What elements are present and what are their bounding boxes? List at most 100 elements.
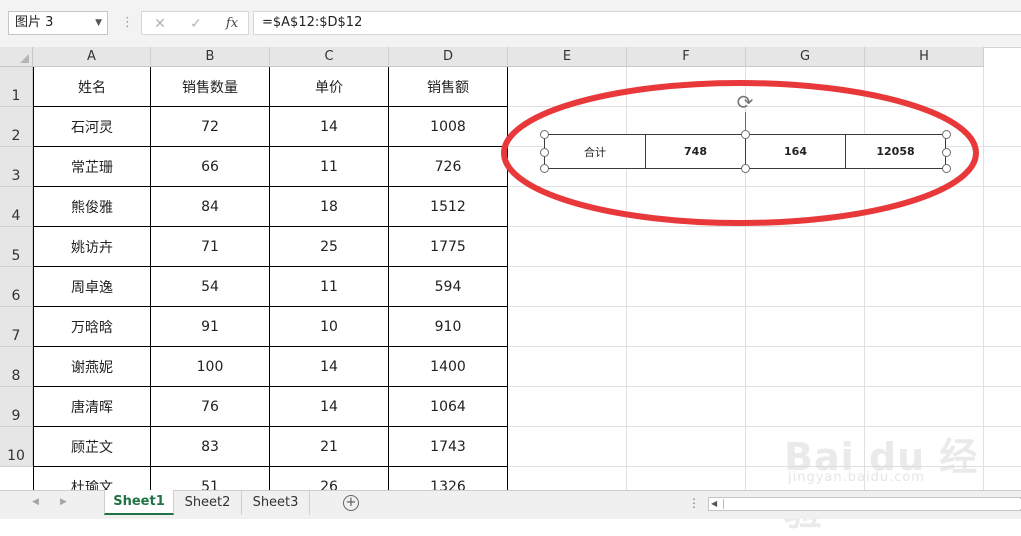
watermark-url: jingyan.baidu.com: [788, 470, 925, 485]
scroll-left-icon[interactable]: ◀: [711, 498, 717, 510]
table-cell[interactable]: 66: [151, 147, 270, 187]
row-number: 8: [11, 368, 21, 384]
table-cell[interactable]: 熊俊雅: [33, 187, 151, 227]
tab-sheet1[interactable]: Sheet1: [104, 490, 174, 515]
picture-cell-price: 164: [746, 135, 846, 168]
table-cell[interactable]: 常芷珊: [33, 147, 151, 187]
cancel-icon[interactable]: ✕: [150, 14, 170, 34]
row-header-6[interactable]: 6: [0, 267, 33, 307]
table-cell[interactable]: 1326: [389, 467, 508, 490]
resize-handle-left[interactable]: [540, 148, 549, 157]
name-box[interactable]: 图片 3 ▼: [8, 11, 108, 35]
formula-bar: 图片 3 ▼ ⋮ ✕ ✓ fx =$A$12:$D$12: [0, 0, 1021, 48]
chevron-down-icon[interactable]: ▼: [95, 12, 102, 34]
table-cell[interactable]: 谢燕妮: [33, 347, 151, 387]
table-cell[interactable]: 54: [151, 267, 270, 307]
table-cell[interactable]: 76: [151, 387, 270, 427]
table-cell[interactable]: 910: [389, 307, 508, 347]
tab-sheet3[interactable]: Sheet3: [242, 491, 310, 515]
formula-bar-grip-icon: ⋮: [121, 15, 134, 30]
table-cell[interactable]: 1743: [389, 427, 508, 467]
table-cell[interactable]: 83: [151, 427, 270, 467]
rotate-handle-icon[interactable]: ⟳: [734, 91, 756, 113]
resize-handle-right[interactable]: [942, 148, 951, 157]
table-cell[interactable]: 14: [270, 387, 389, 427]
table-cell[interactable]: 周卓逸: [33, 267, 151, 307]
table-cell[interactable]: 11: [270, 267, 389, 307]
table-cell[interactable]: 万晗晗: [33, 307, 151, 347]
table-cell[interactable]: 姚访卉: [33, 227, 151, 267]
table-header-cell[interactable]: 单价: [270, 67, 389, 107]
table-header-cell[interactable]: 销售数量: [151, 67, 270, 107]
table-cell[interactable]: 1512: [389, 187, 508, 227]
row-number: 7: [11, 328, 21, 344]
row-header-4[interactable]: 4: [0, 187, 33, 227]
resize-handle-bottom-right[interactable]: [942, 164, 951, 173]
tab-sheet2[interactable]: Sheet2: [174, 491, 242, 515]
row-header-8[interactable]: 8: [0, 347, 33, 387]
row-header-5[interactable]: 5: [0, 227, 33, 267]
table-cell[interactable]: 51: [151, 467, 270, 490]
table-cell[interactable]: 100: [151, 347, 270, 387]
column-header-d[interactable]: D: [389, 47, 508, 67]
next-sheet-icon[interactable]: ▶: [60, 497, 67, 507]
row-header-9[interactable]: 9: [0, 387, 33, 427]
table-header-cell[interactable]: 销售额: [389, 67, 508, 107]
insert-function-icon[interactable]: fx: [222, 14, 242, 34]
table-cell[interactable]: 顾芷文: [33, 427, 151, 467]
table-cell[interactable]: 726: [389, 147, 508, 187]
column-header-f[interactable]: F: [627, 47, 746, 67]
table-cell[interactable]: 72: [151, 107, 270, 147]
table-cell[interactable]: 594: [389, 267, 508, 307]
resize-handle-top-right[interactable]: [942, 130, 951, 139]
resize-handle-bottom[interactable]: [741, 164, 750, 173]
column-header-a[interactable]: A: [33, 47, 151, 67]
row-header-7[interactable]: 7: [0, 307, 33, 347]
table-cell[interactable]: 11: [270, 147, 389, 187]
table-cell[interactable]: 71: [151, 227, 270, 267]
tab-splitter-icon[interactable]: ⋮: [688, 496, 700, 510]
row-header-2[interactable]: 2: [0, 107, 33, 147]
row-header-3[interactable]: 3: [0, 147, 33, 187]
horizontal-scrollbar[interactable]: ◀: [708, 497, 1021, 511]
row-header-1[interactable]: 1: [0, 67, 33, 107]
table-cell[interactable]: 1400: [389, 347, 508, 387]
table-cell[interactable]: 26: [270, 467, 389, 490]
select-all-corner[interactable]: [0, 47, 33, 67]
prev-sheet-icon[interactable]: ◀: [32, 497, 39, 507]
table-cell[interactable]: 1775: [389, 227, 508, 267]
sheet-tab-bar: ◀ ▶ Sheet1 Sheet2 Sheet3 + ⋮ ◀: [0, 490, 1021, 519]
table-cell[interactable]: 21: [270, 427, 389, 467]
column-header-c[interactable]: C: [270, 47, 389, 67]
row-number: 5: [11, 248, 21, 264]
table-cell[interactable]: 14: [270, 107, 389, 147]
table-cell[interactable]: 25: [270, 227, 389, 267]
row-header-10[interactable]: 10: [0, 427, 33, 467]
column-header-e[interactable]: E: [508, 47, 627, 67]
table-cell[interactable]: 石河灵: [33, 107, 151, 147]
picture-cell-quantity: 748: [646, 135, 746, 168]
column-header-h[interactable]: H: [865, 47, 984, 67]
resize-handle-top-left[interactable]: [540, 130, 549, 139]
table-cell[interactable]: 1064: [389, 387, 508, 427]
scroll-thumb[interactable]: [723, 499, 1021, 509]
table-cell[interactable]: 84: [151, 187, 270, 227]
table-cell[interactable]: 10: [270, 307, 389, 347]
table-cell[interactable]: 14: [270, 347, 389, 387]
column-header-g[interactable]: G: [746, 47, 865, 67]
resize-handle-bottom-left[interactable]: [540, 164, 549, 173]
table-cell[interactable]: 18: [270, 187, 389, 227]
resize-handle-top[interactable]: [741, 130, 750, 139]
table-header-cell[interactable]: 姓名: [33, 67, 151, 107]
row-number: 4: [11, 208, 21, 224]
add-sheet-icon[interactable]: +: [343, 495, 359, 511]
table-cell[interactable]: 91: [151, 307, 270, 347]
table-cell[interactable]: 唐清晖: [33, 387, 151, 427]
formula-input[interactable]: =$A$12:$D$12: [253, 11, 1021, 35]
table-cell[interactable]: 杜瑜文: [33, 467, 151, 490]
row-number: 10: [7, 448, 25, 464]
picture-cell-label: 合计: [545, 135, 646, 168]
confirm-icon[interactable]: ✓: [186, 14, 206, 34]
column-header-b[interactable]: B: [151, 47, 270, 67]
table-cell[interactable]: 1008: [389, 107, 508, 147]
